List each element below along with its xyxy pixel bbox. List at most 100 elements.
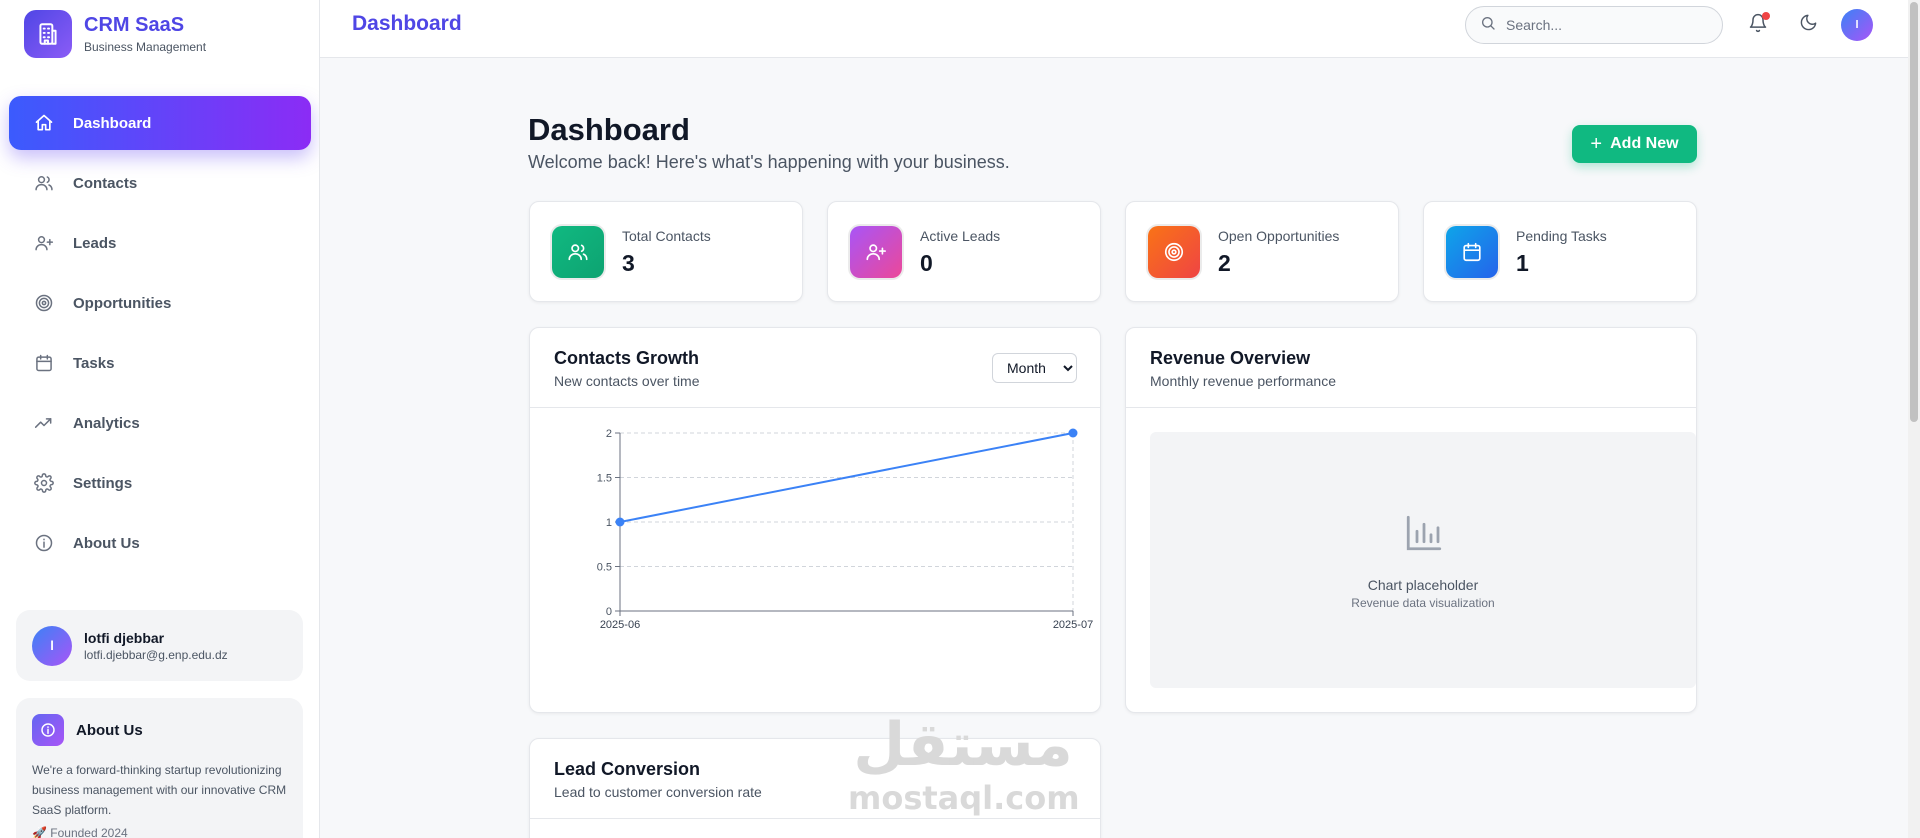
target-icon: [33, 292, 55, 314]
contacts-growth-chart: 0 0.5 1 1.5 2 2025-06 2025-07: [597, 428, 1093, 631]
header-title: Dashboard: [352, 12, 462, 35]
stat-card-open-opportunities[interactable]: Open Opportunities 2: [1125, 201, 1399, 302]
calendar-icon: [33, 352, 55, 374]
stat-card-total-contacts[interactable]: Total Contacts 3: [529, 201, 803, 302]
placeholder-subtitle: Revenue data visualization: [1351, 596, 1495, 610]
gear-icon: [33, 472, 55, 494]
stat-value: 2: [1218, 250, 1231, 276]
stat-label: Open Opportunities: [1218, 228, 1340, 244]
y-tick-label: 0.5: [597, 562, 612, 574]
sidebar: CRM SaaS Business Management Dashboard C…: [0, 0, 320, 838]
watermark-latin: mostaql.com: [848, 779, 1080, 817]
card-title: Contacts Growth: [554, 348, 700, 368]
home-icon: [33, 112, 55, 134]
sidebar-item-analytics[interactable]: Analytics: [9, 396, 311, 450]
calendar-icon: [1446, 226, 1498, 278]
sidebar-item-label: Leads: [73, 234, 117, 252]
bar-chart-icon: [1403, 512, 1445, 559]
placeholder-title: Chart placeholder: [1367, 577, 1479, 593]
y-tick-label: 1.5: [597, 473, 612, 485]
about-card: About Us We're a forward-thinking startu…: [16, 698, 303, 838]
scrollbar-thumb[interactable]: [1910, 2, 1918, 422]
notification-badge: [1762, 12, 1770, 20]
search-box[interactable]: [1465, 6, 1723, 44]
sidebar-item-dashboard[interactable]: Dashboard: [9, 96, 311, 150]
about-text: We're a forward-thinking startup revolut…: [32, 763, 287, 817]
stat-label: Active Leads: [920, 228, 1001, 244]
sidebar-item-settings[interactable]: Settings: [9, 456, 311, 510]
card-subtitle: New contacts over time: [554, 373, 700, 389]
brand[interactable]: CRM SaaS Business Management: [24, 10, 206, 58]
trend-icon: [33, 412, 55, 434]
stat-label: Pending Tasks: [1516, 228, 1607, 244]
card-subtitle: Lead to customer conversion rate: [554, 784, 762, 800]
stat-card-pending-tasks[interactable]: Pending Tasks 1: [1423, 201, 1697, 302]
brand-subtitle: Business Management: [84, 40, 207, 54]
user-plus-icon: [33, 232, 55, 254]
building-icon: [24, 10, 72, 58]
users-icon: [33, 172, 55, 194]
card-title: Revenue Overview: [1150, 348, 1311, 368]
sidebar-item-label: Dashboard: [73, 114, 152, 132]
stat-value: 0: [920, 250, 933, 276]
sidebar-item-tasks[interactable]: Tasks: [9, 336, 311, 390]
users-icon: [552, 226, 604, 278]
sidebar-item-opportunities[interactable]: Opportunities: [9, 276, 311, 330]
moon-icon: [1799, 13, 1818, 37]
scrollbar[interactable]: [1908, 0, 1920, 838]
watermark-arabic: مستقل: [853, 710, 1073, 780]
revenue-overview-card: Revenue Overview Monthly revenue perform…: [1125, 327, 1697, 713]
x-tick-label: 2025-07: [1053, 619, 1093, 631]
sidebar-item-label: Opportunities: [73, 294, 172, 312]
watermark: مستقل mostaql.com: [848, 710, 1080, 817]
search-input[interactable]: [1506, 17, 1706, 33]
contacts-growth-card: Contacts Growth New contacts over time M…: [529, 327, 1101, 713]
sidebar-item-label: About Us: [73, 534, 140, 552]
page-title: Dashboard: [528, 112, 690, 147]
period-select[interactable]: Month: [992, 353, 1077, 383]
chart-placeholder: Chart placeholder Revenue data visualiza…: [1150, 432, 1696, 688]
info-icon: [32, 714, 64, 746]
x-tick-label: 2025-06: [600, 619, 640, 631]
user-name: lotfi djebbar: [84, 629, 165, 646]
target-icon: [1148, 226, 1200, 278]
chart-ticks: 0 0.5 1 1.5 2 2025-06 2025-07: [597, 428, 1093, 631]
stat-value: 1: [1516, 250, 1529, 276]
y-tick-label: 2: [606, 428, 612, 440]
chart-grid: [620, 432, 1074, 611]
y-tick-label: 0: [606, 606, 612, 618]
card-subtitle: Monthly revenue performance: [1150, 373, 1336, 389]
sidebar-nav: Dashboard Contacts Leads Opportunities T…: [9, 96, 311, 576]
sidebar-item-leads[interactable]: Leads: [9, 216, 311, 270]
sidebar-item-label: Settings: [73, 474, 133, 492]
add-new-button[interactable]: + Add New: [1572, 125, 1697, 163]
search-icon: [1480, 15, 1496, 36]
stat-label: Total Contacts: [622, 228, 711, 244]
page-subtitle: Welcome back! Here's what's happening wi…: [528, 152, 1010, 172]
card-title: Lead Conversion: [554, 759, 701, 779]
notifications-button[interactable]: [1745, 12, 1771, 38]
sidebar-item-label: Tasks: [73, 354, 115, 372]
theme-toggle[interactable]: [1795, 12, 1821, 38]
user-email: lotfi.djebbar@g.enp.edu.dz: [84, 647, 228, 662]
plus-icon: +: [1590, 133, 1603, 155]
about-title: About Us: [76, 721, 143, 739]
brand-title: CRM SaaS: [84, 14, 185, 36]
user-plus-icon: [850, 226, 902, 278]
info-icon: [33, 532, 55, 554]
y-tick-label: 1: [606, 517, 612, 529]
about-founded: 🚀 Founded 2024: [32, 826, 128, 838]
sidebar-item-contacts[interactable]: Contacts: [9, 156, 311, 210]
top-bar: Dashboard l: [320, 0, 1908, 58]
user-avatar-button[interactable]: l: [1841, 9, 1873, 41]
avatar: l: [32, 625, 72, 666]
sidebar-item-about[interactable]: About Us: [9, 516, 311, 570]
stat-card-active-leads[interactable]: Active Leads 0: [827, 201, 1101, 302]
stat-value: 3: [622, 250, 635, 276]
sidebar-item-label: Contacts: [73, 174, 138, 192]
add-new-label: Add New: [1610, 135, 1679, 152]
user-card[interactable]: l lotfi djebbar lotfi.djebbar@g.enp.edu.…: [16, 610, 303, 681]
sidebar-item-label: Analytics: [73, 414, 140, 432]
data-point: [1068, 428, 1078, 438]
data-point: [615, 517, 625, 527]
